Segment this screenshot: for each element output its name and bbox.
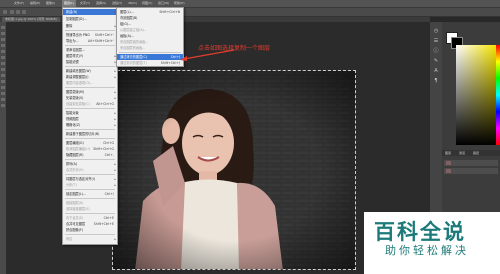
menu-separator	[65, 189, 115, 190]
option-icon[interactable]	[16, 10, 20, 14]
tool-preset-icon[interactable]	[3, 10, 7, 14]
brush-settings-icon[interactable]: ✎	[433, 58, 439, 64]
menu-item-clipping-mask[interactable]: 创建剪贴蒙版(C) Alt+Ctrl+G	[63, 101, 117, 107]
layer-row[interactable]	[444, 160, 498, 166]
menu-separator	[65, 138, 115, 139]
move-tool-icon[interactable]	[1, 26, 5, 29]
tab-channels[interactable]: 通道	[459, 150, 465, 156]
hand-tool-icon[interactable]	[1, 98, 5, 101]
layer-row[interactable]	[444, 168, 498, 174]
menu-item-delete[interactable]: 删除▸	[63, 23, 117, 29]
eraser-tool-icon[interactable]	[1, 74, 5, 77]
pen-tool-icon[interactable]	[1, 92, 5, 95]
menu-separator	[65, 87, 115, 88]
menu-separator	[65, 159, 115, 160]
paragraph-icon[interactable]: ¶	[433, 78, 439, 84]
menu-item-smart-filter[interactable]: 智能滤镜▸	[63, 59, 117, 65]
menu-item-new[interactable]: 新建(N)▸	[63, 9, 117, 15]
menu-separator	[119, 52, 181, 53]
submenu-item-artboard-from-layers[interactable]: 来自图层的画板...	[117, 45, 183, 51]
brush-tool-icon[interactable]	[1, 62, 5, 65]
menu-item-combine-shapes[interactable]: 合并形状(H) ▸	[63, 167, 117, 173]
menu-3d[interactable]: 3D(D)	[128, 0, 137, 7]
menu-separator	[65, 129, 115, 130]
lasso-tool-icon[interactable]	[1, 38, 5, 41]
menu-separator	[65, 66, 115, 67]
option-icon[interactable]	[10, 10, 14, 14]
gradient-tool-icon[interactable]	[1, 80, 5, 83]
menu-separator	[65, 108, 115, 109]
menu-type[interactable]: 文字(Y)	[80, 0, 90, 7]
color-picker-field[interactable]	[456, 45, 496, 145]
menu-image[interactable]: 图像(I)	[46, 0, 55, 7]
menu-item-flatten-image[interactable]: 拼合图像(F)	[63, 227, 117, 233]
submenu-arrow-icon: ▸	[114, 168, 116, 172]
layer-thumbnail	[446, 161, 451, 165]
menu-filter[interactable]: 滤镜(T)	[112, 0, 122, 7]
menu-window[interactable]: 窗口(W)	[158, 0, 169, 7]
crop-tool-icon[interactable]	[1, 50, 5, 53]
hue-slider[interactable]	[496, 45, 500, 145]
option-icon[interactable]	[22, 10, 26, 14]
menu-item-duplicate-layer[interactable]: 复制图层(D)...	[63, 16, 117, 22]
zoom-tool-icon[interactable]	[1, 104, 5, 107]
menu-select[interactable]: 选择(S)	[96, 0, 106, 7]
menu-item-lock-layers[interactable]: 锁定图层(L)... Ctrl+/	[63, 191, 117, 197]
layers-panel-tabs: 图层 通道 路径	[442, 150, 500, 156]
menu-item-matting[interactable]: 修边 ▸	[63, 236, 117, 242]
submenu-arrow-icon: ▸	[114, 183, 116, 187]
menu-help[interactable]: 帮助(H)	[174, 0, 185, 7]
quick-select-tool-icon[interactable]	[1, 44, 5, 47]
tab-paths[interactable]: 路径	[473, 150, 479, 156]
menu-item-rasterize[interactable]: 栅格化(Z) ▸	[63, 122, 117, 128]
layer-menu: 新建(N)▸ 复制图层(D)... 删除▸ 快速导出为 PNGShift+Ctr…	[62, 7, 118, 245]
history-icon[interactable]: ◷	[433, 28, 439, 34]
character-icon[interactable]: A	[433, 68, 439, 74]
annotation-arrow	[180, 49, 235, 61]
menu-item-export-as[interactable]: 导出为... Alt+Shift+Ctrl+'	[63, 38, 117, 44]
menu-item-hide-layers[interactable]: 隐藏图层(R) Ctrl+,	[63, 152, 117, 158]
menu-item-new-slice[interactable]: 新建基于图层的切片(B)	[63, 131, 117, 137]
info-icon[interactable]: ⓘ	[433, 48, 439, 54]
layer-thumbnail	[446, 169, 451, 173]
submenu-item-layer-via-cut[interactable]: 通过剪切的图层(T) Shift+Ctrl+J	[117, 60, 183, 66]
properties-icon[interactable]: ☰	[433, 38, 439, 44]
menu-view[interactable]: 视图(V)	[142, 0, 152, 7]
new-submenu: 图层(L)... Shift+Ctrl+N 背景图层(B) 组(G)... 从图层…	[116, 7, 184, 67]
menu-separator	[65, 174, 115, 175]
tab-layers[interactable]: 图层	[445, 150, 451, 156]
menu-file[interactable]: 文件(F)	[14, 0, 24, 7]
stamp-tool-icon[interactable]	[1, 68, 5, 71]
menu-separator	[65, 30, 115, 31]
menu-separator	[65, 213, 115, 214]
submenu-arrow-icon: ▸	[114, 237, 116, 241]
menu-item-select-linked-layers[interactable]: 选择链接图层(S)	[63, 206, 117, 212]
eyedropper-tool-icon[interactable]	[1, 56, 5, 59]
menu-separator	[65, 45, 115, 46]
menu-separator	[65, 234, 115, 235]
marquee-tool-icon[interactable]	[1, 32, 5, 35]
text-tool-icon[interactable]	[1, 86, 5, 89]
portrait-photo	[113, 71, 355, 269]
menu-item-distribute[interactable]: 分布(T) ▸	[63, 182, 117, 188]
document-photo[interactable]	[112, 70, 356, 270]
menu-edit[interactable]: 编辑(E)	[30, 0, 40, 7]
menu-item-layer-content-options[interactable]: 图层内容选项(O)...	[63, 80, 117, 86]
watermark-subtitle: 助你轻松解决	[385, 244, 469, 257]
menu-layer[interactable]: 图层(L)	[62, 0, 77, 7]
menu-separator	[65, 198, 115, 199]
submenu-arrow-icon: ▸	[114, 123, 116, 127]
